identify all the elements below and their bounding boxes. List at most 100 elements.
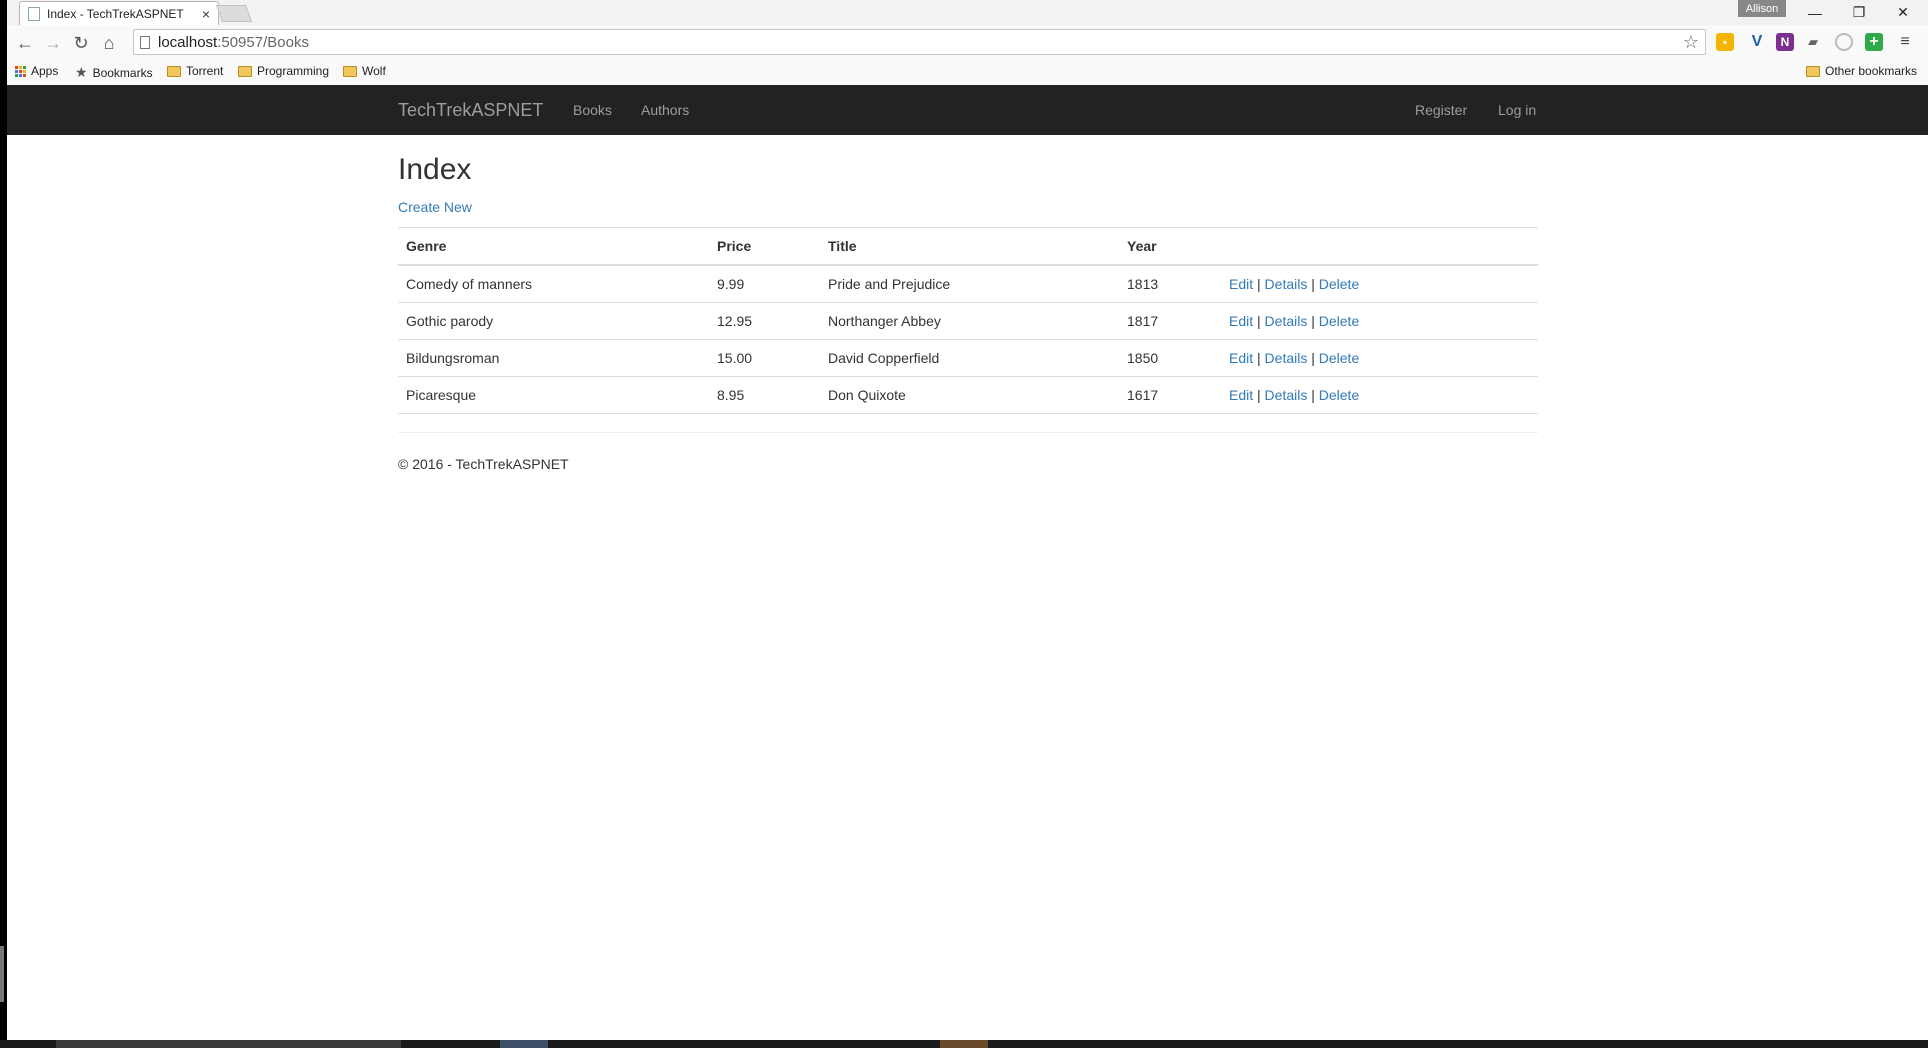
home-button[interactable]: ⌂ (96, 30, 122, 56)
price-cell: 12.95 (709, 302, 820, 340)
site-navbar: TechTrekASPNET Books Authors Register Lo… (7, 85, 1928, 135)
genre-cell: Gothic parody (398, 302, 709, 340)
actions-cell: Edit | Details | Delete (1221, 265, 1538, 303)
taskbar-item[interactable] (940, 1040, 988, 1048)
page-favicon-icon (28, 6, 40, 21)
browser-tab[interactable]: Index - TechTrekASPNET × (19, 1, 219, 25)
nav-books-link[interactable]: Books (573, 102, 612, 118)
separator: | (1257, 350, 1261, 366)
register-link[interactable]: Register (1415, 102, 1467, 118)
separator: | (1311, 387, 1315, 403)
delete-link[interactable]: Delete (1319, 387, 1359, 403)
extension-circle-icon[interactable] (1835, 33, 1853, 51)
extension-yellow-icon[interactable]: ▪ (1716, 33, 1734, 51)
actions-cell: Edit | Details | Delete (1221, 376, 1538, 414)
title-cell: Northanger Abbey (820, 302, 1119, 340)
address-bar[interactable]: localhost:50957/Books ☆ (133, 29, 1706, 55)
extension-v-icon[interactable]: V (1748, 33, 1766, 51)
site-brand-link[interactable]: TechTrekASPNET (398, 100, 543, 121)
bookmark-bookmarks[interactable]: ★ Bookmarks (75, 64, 153, 81)
edge-scroll-grip[interactable] (0, 946, 4, 1002)
other-bookmarks-label: Other bookmarks (1825, 64, 1918, 78)
delete-link[interactable]: Delete (1319, 313, 1359, 329)
year-cell: 1617 (1119, 376, 1221, 414)
folder-icon (1806, 65, 1820, 77)
restore-button[interactable]: ❐ (1837, 0, 1881, 25)
delete-link[interactable]: Delete (1319, 276, 1359, 292)
bookmark-star-icon[interactable]: ☆ (1683, 32, 1699, 53)
table-row: Bildungsroman 15.00 David Copperfield 18… (398, 339, 1538, 377)
column-header-genre: Genre (398, 227, 709, 266)
price-cell: 9.99 (709, 265, 820, 303)
extension-camera-icon[interactable]: ▰ (1804, 33, 1822, 51)
taskbar-item[interactable] (56, 1040, 401, 1048)
close-window-button[interactable]: ✕ (1881, 0, 1925, 25)
bookmark-torrent[interactable]: Torrent (167, 64, 223, 78)
folder-icon (343, 65, 357, 77)
title-cell: Don Quixote (820, 376, 1119, 414)
taskbar-item[interactable] (500, 1040, 548, 1048)
year-cell: 1817 (1119, 302, 1221, 340)
details-link[interactable]: Details (1265, 276, 1308, 292)
page-title: Index (398, 153, 472, 186)
bookmark-apps[interactable]: Apps (15, 64, 58, 78)
edit-link[interactable]: Edit (1229, 387, 1253, 403)
create-new-link[interactable]: Create New (398, 199, 472, 215)
chrome-menu-icon[interactable]: ≡ (1896, 33, 1914, 51)
bookmark-programming[interactable]: Programming (238, 64, 329, 78)
genre-cell: Comedy of manners (398, 265, 709, 303)
bookmark-other[interactable]: Other bookmarks (1806, 64, 1917, 78)
url-path: :50957/Books (217, 33, 309, 51)
delete-link[interactable]: Delete (1319, 350, 1359, 366)
genre-cell: Bildungsroman (398, 339, 709, 377)
separator: | (1311, 313, 1315, 329)
left-window-edge (0, 0, 7, 1048)
details-link[interactable]: Details (1265, 350, 1308, 366)
actions-cell: Edit | Details | Delete (1221, 339, 1538, 377)
reload-button[interactable]: ↻ (68, 30, 94, 56)
edit-link[interactable]: Edit (1229, 276, 1253, 292)
site-footer: © 2016 - TechTrekASPNET (398, 456, 569, 472)
folder-icon (167, 65, 181, 77)
column-header-actions (1221, 227, 1538, 266)
details-link[interactable]: Details (1265, 313, 1308, 329)
forward-button[interactable]: → (40, 30, 66, 56)
nav-authors-link[interactable]: Authors (641, 102, 689, 118)
title-cell: David Copperfield (820, 339, 1119, 377)
column-header-year: Year (1119, 227, 1221, 266)
separator: | (1257, 276, 1261, 292)
apps-icon (15, 65, 26, 77)
separator: | (1311, 350, 1315, 366)
table-row: Picaresque 8.95 Don Quixote 1617 Edit | … (398, 376, 1538, 414)
minimize-button[interactable]: — (1793, 0, 1837, 25)
back-button[interactable]: ← (12, 30, 38, 56)
login-link[interactable]: Log in (1498, 102, 1536, 118)
profile-button[interactable]: Allison (1738, 0, 1786, 17)
genre-cell: Picaresque (398, 376, 709, 414)
star-icon: ★ (75, 64, 88, 80)
browser-toolbar: ← → ↻ ⌂ localhost:50957/Books ☆ ▪ V N ▰ … (7, 25, 1928, 60)
edit-link[interactable]: Edit (1229, 350, 1253, 366)
back-arrow-icon: ← (16, 32, 34, 53)
table-row: Comedy of manners 9.99 Pride and Prejudi… (398, 265, 1538, 303)
extension-plus-icon[interactable]: + (1865, 33, 1883, 51)
tab-close-icon[interactable]: × (202, 6, 210, 22)
os-taskbar (0, 1040, 1928, 1048)
forward-arrow-icon: → (44, 32, 62, 53)
browser-titlebar: Index - TechTrekASPNET × Allison — ❐ ✕ (7, 0, 1928, 25)
new-tab-button[interactable] (215, 5, 253, 22)
reload-icon: ↻ (73, 32, 89, 53)
page-info-icon[interactable] (140, 35, 150, 49)
table-header-row: Genre Price Title Year (398, 227, 1538, 266)
edit-link[interactable]: Edit (1229, 313, 1253, 329)
footer-divider (398, 432, 1538, 433)
year-cell: 1813 (1119, 265, 1221, 303)
onenote-icon[interactable]: N (1776, 33, 1794, 51)
column-header-price: Price (709, 227, 820, 266)
bookmark-label: Programming (257, 64, 330, 78)
bookmark-label: Wolf (362, 64, 386, 78)
bookmark-wolf[interactable]: Wolf (343, 64, 386, 78)
bookmarks-bar: Apps ★ Bookmarks Torrent Programming Wol… (7, 60, 1928, 86)
details-link[interactable]: Details (1265, 387, 1308, 403)
bookmark-label: Apps (31, 64, 59, 78)
